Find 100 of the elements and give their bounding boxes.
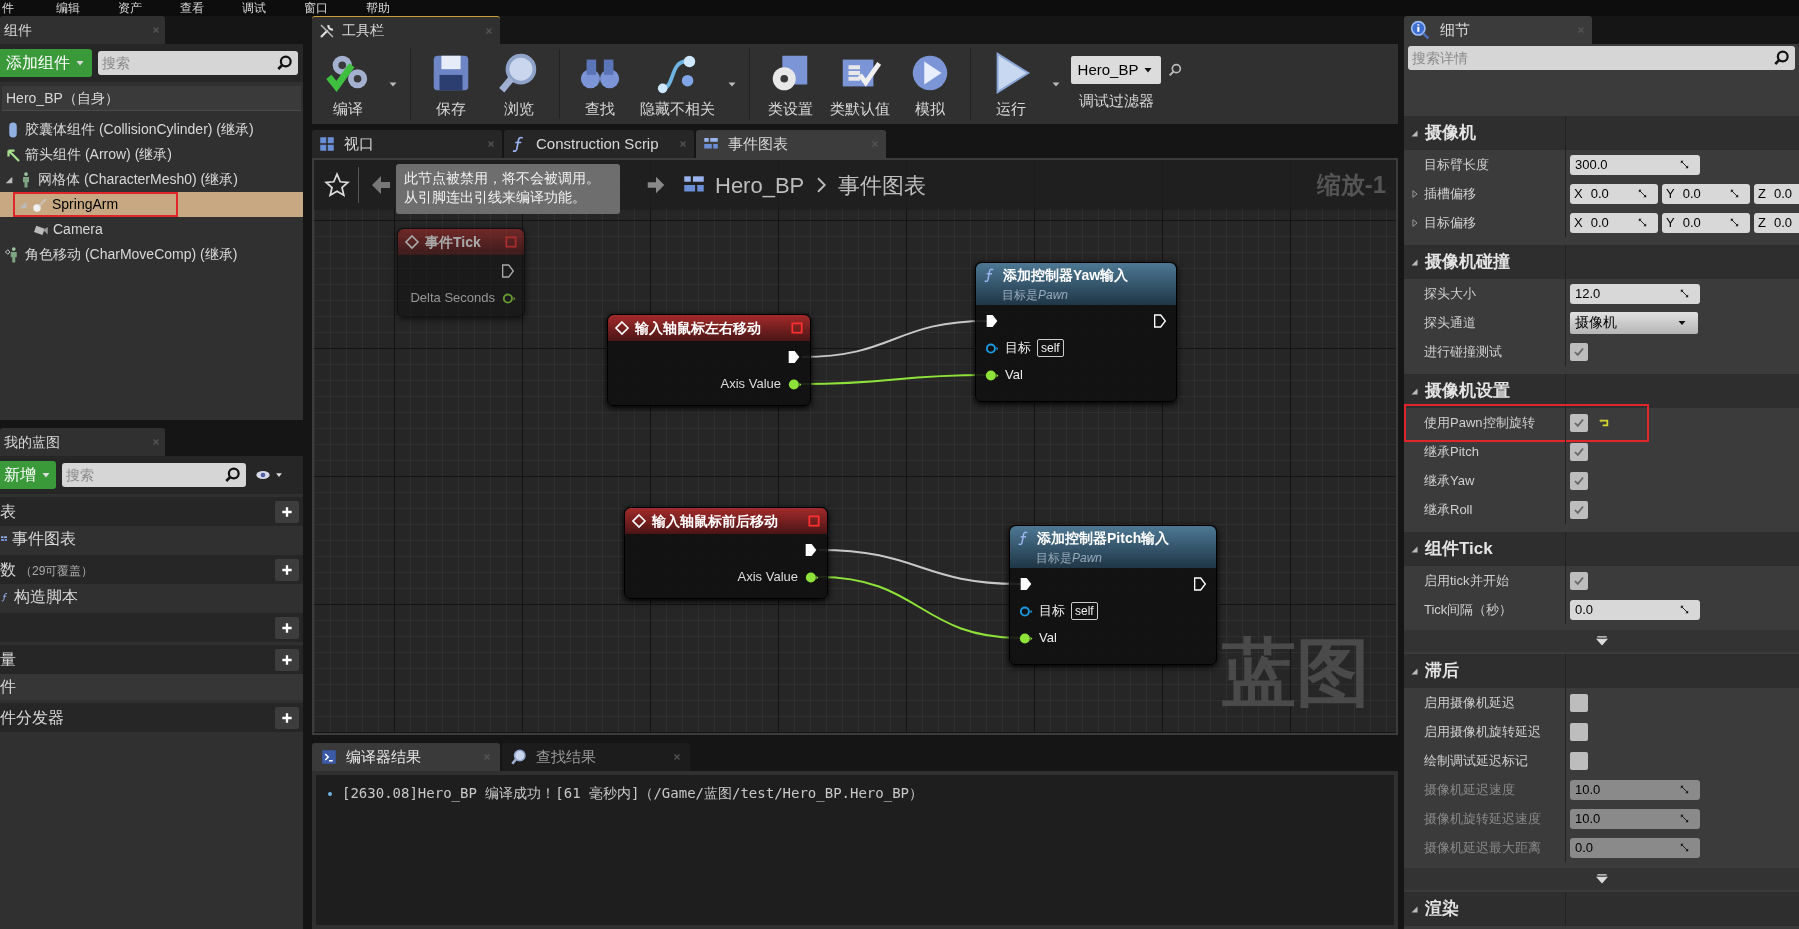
panel-tab[interactable]: 工具栏 <box>312 16 500 44</box>
panel-tab[interactable]: 编译器结果 <box>312 743 500 771</box>
search-field[interactable]: 搜索 <box>62 463 246 487</box>
pin-label: 目标 <box>1005 339 1031 358</box>
panel-tab[interactable]: 查找结果 <box>502 743 690 771</box>
vector-component-field[interactable]: Z 0.0 <box>1754 183 1799 204</box>
axis-label: X <box>1574 213 1583 232</box>
category-header[interactable]: 表 <box>0 497 303 526</box>
vector-component-field[interactable]: Y 0.0 <box>1662 183 1750 204</box>
add-component-button[interactable]: 添加组件 <box>0 49 92 77</box>
property-label: 摄像机延迟速度 <box>1424 780 1515 799</box>
search-field[interactable]: 搜索 <box>98 51 298 75</box>
menu-item[interactable]: 窗口 <box>304 2 328 14</box>
axis-label: Z <box>1758 184 1766 203</box>
menu-item[interactable]: 调试 <box>242 2 266 14</box>
pin-label: Val <box>1005 366 1023 385</box>
property-label: 摄像机旋转延迟速度 <box>1424 809 1541 828</box>
number-field[interactable]: 300.0 <box>1570 154 1700 175</box>
toolbar-button[interactable]: 浏览 <box>485 46 553 122</box>
add-new-button[interactable]: 新增 <box>0 461 56 489</box>
dropdown[interactable]: 摄像机 <box>1570 311 1698 334</box>
category-label: 量 <box>0 649 16 670</box>
node-subtitle: 目标是Pawn <box>1035 549 1104 567</box>
tooltip-line: 此节点被禁用，将不会被调用。 <box>404 169 600 188</box>
tooltip-line: 从引脚连出引线来编译功能。 <box>404 188 586 207</box>
node-title: 添加控制器Pitch输入 <box>1037 528 1171 548</box>
property-label: 继承Roll <box>1424 500 1473 519</box>
tree-label: Hero_BP（自身） <box>6 88 119 108</box>
property-label: 继承Yaw <box>1424 471 1475 490</box>
node-title: 添加控制器Yaw输入 <box>1003 265 1130 285</box>
vector-component-field[interactable]: Y 0.0 <box>1662 212 1750 233</box>
category-header[interactable]: 数 （29可覆盖） <box>0 555 303 584</box>
property-label: 绘制调试延迟标记 <box>1424 751 1528 770</box>
blueprint-node[interactable]: 输入轴鼠标左右移动 Axis Value <box>607 314 811 406</box>
section-header[interactable]: 摄像机 <box>1404 116 1799 150</box>
menu-item[interactable]: 件 <box>2 2 14 14</box>
toolbar-button[interactable]: 隐藏不相关 <box>634 46 721 122</box>
property-label: 启用tick并开始 <box>1424 571 1509 590</box>
debug-filter-dropdown[interactable]: Hero_BP <box>1071 55 1161 84</box>
default-value-field[interactable]: self <box>1071 602 1098 620</box>
axis-label: Y <box>1666 184 1675 203</box>
default-value-field[interactable]: self <box>1037 339 1064 357</box>
node-title: 输入轴鼠标左右移动 <box>635 318 762 338</box>
blueprint-node[interactable]: 输入轴鼠标前后移动 Axis Value <box>624 507 828 599</box>
blueprint-node[interactable]: 添加控制器Pitch输入 目标是Pawn 目标 self Val <box>1009 525 1217 665</box>
menu-item[interactable]: 帮助 <box>366 2 390 14</box>
node-subtitle: 目标是Pawn <box>1001 286 1070 304</box>
axis-label: Z <box>1758 213 1766 232</box>
toolbar-button[interactable]: 运行 <box>977 46 1045 122</box>
section-header[interactable]: 渲染 <box>1404 892 1799 926</box>
property-label: 探头大小 <box>1424 284 1476 303</box>
panel-tab[interactable]: 我的蓝图 <box>0 428 165 456</box>
property-label: 探头通道 <box>1424 313 1476 332</box>
menu-item[interactable]: 编辑 <box>56 2 80 14</box>
tree-row[interactable]: Hero_BP（自身） <box>2 86 301 111</box>
category-header[interactable]: 件分发器 <box>0 703 303 732</box>
pin-label: Delta Seconds <box>410 289 495 308</box>
node-title: 事件Tick <box>425 232 482 252</box>
breadcrumb-item[interactable]: 事件图表 <box>838 168 927 202</box>
log-message: [2630.08]Hero_BP 编译成功！[61 毫秒内]（/Game/蓝图/test/Hero_BP.Hero_BP） <box>342 784 923 804</box>
menu-item[interactable]: 查看 <box>180 2 204 14</box>
toolbar-button[interactable]: 类默认值 <box>824 46 896 122</box>
breadcrumb-item[interactable]: Hero_BP <box>715 168 805 202</box>
section-header[interactable]: 摄像机设置 <box>1404 374 1799 408</box>
property-label: 插槽偏移 <box>1424 184 1476 203</box>
search-field[interactable]: 搜索详情 <box>1408 46 1795 70</box>
section-header[interactable]: 组件Tick <box>1404 532 1799 566</box>
vector-component-field[interactable]: Z 0.0 <box>1754 212 1799 233</box>
toolbar-button[interactable]: 保存 <box>417 46 485 122</box>
property-label: 启用摄像机旋转延迟 <box>1424 722 1541 741</box>
debug-filter-label: 调试过滤器 <box>1078 90 1154 111</box>
number-field[interactable]: 12.0 <box>1570 283 1700 304</box>
document-tab[interactable]: Construction Scrip <box>504 130 694 158</box>
property-label: 进行碰撞测试 <box>1424 342 1502 361</box>
axis-label: X <box>1574 184 1583 203</box>
panel-tab[interactable]: 组件 <box>0 16 165 44</box>
menu-item[interactable]: 资产 <box>118 2 142 14</box>
toolbar-button[interactable]: 类设置 <box>756 46 824 122</box>
document-tab[interactable]: 视口 <box>312 130 502 158</box>
document-tab[interactable]: 事件图表 <box>696 130 886 158</box>
pin-label: Axis Value <box>737 568 798 587</box>
panel-tab[interactable]: 细节 <box>1404 16 1592 44</box>
number-field[interactable]: 0.0 <box>1570 599 1700 620</box>
override-count: （29可覆盖） <box>20 562 94 580</box>
toolbar-button[interactable]: 模拟 <box>896 46 964 122</box>
pin-label: Val <box>1039 629 1057 648</box>
section-header[interactable]: 摄像机碰撞 <box>1404 245 1799 279</box>
node-title: 输入轴鼠标前后移动 <box>652 511 779 531</box>
tree-row[interactable]: SpringArm <box>0 192 303 217</box>
blueprint-node[interactable]: 添加控制器Yaw输入 目标是Pawn 目标 self Val <box>975 262 1177 402</box>
category-label: 数 <box>0 559 16 580</box>
toolbar-button[interactable]: 编译 <box>314 46 382 122</box>
pin-label: 目标 <box>1039 602 1065 621</box>
vector-component-field[interactable]: X 0.0 <box>1570 212 1658 233</box>
category-header[interactable]: 量 <box>0 645 303 674</box>
property-label: 目标偏移 <box>1424 213 1476 232</box>
vector-component-field[interactable]: X 0.0 <box>1570 183 1658 204</box>
section-header[interactable]: 滞后 <box>1404 654 1799 688</box>
toolbar-button[interactable]: 查找 <box>566 46 634 122</box>
property-label: 继承Pitch <box>1424 442 1479 461</box>
